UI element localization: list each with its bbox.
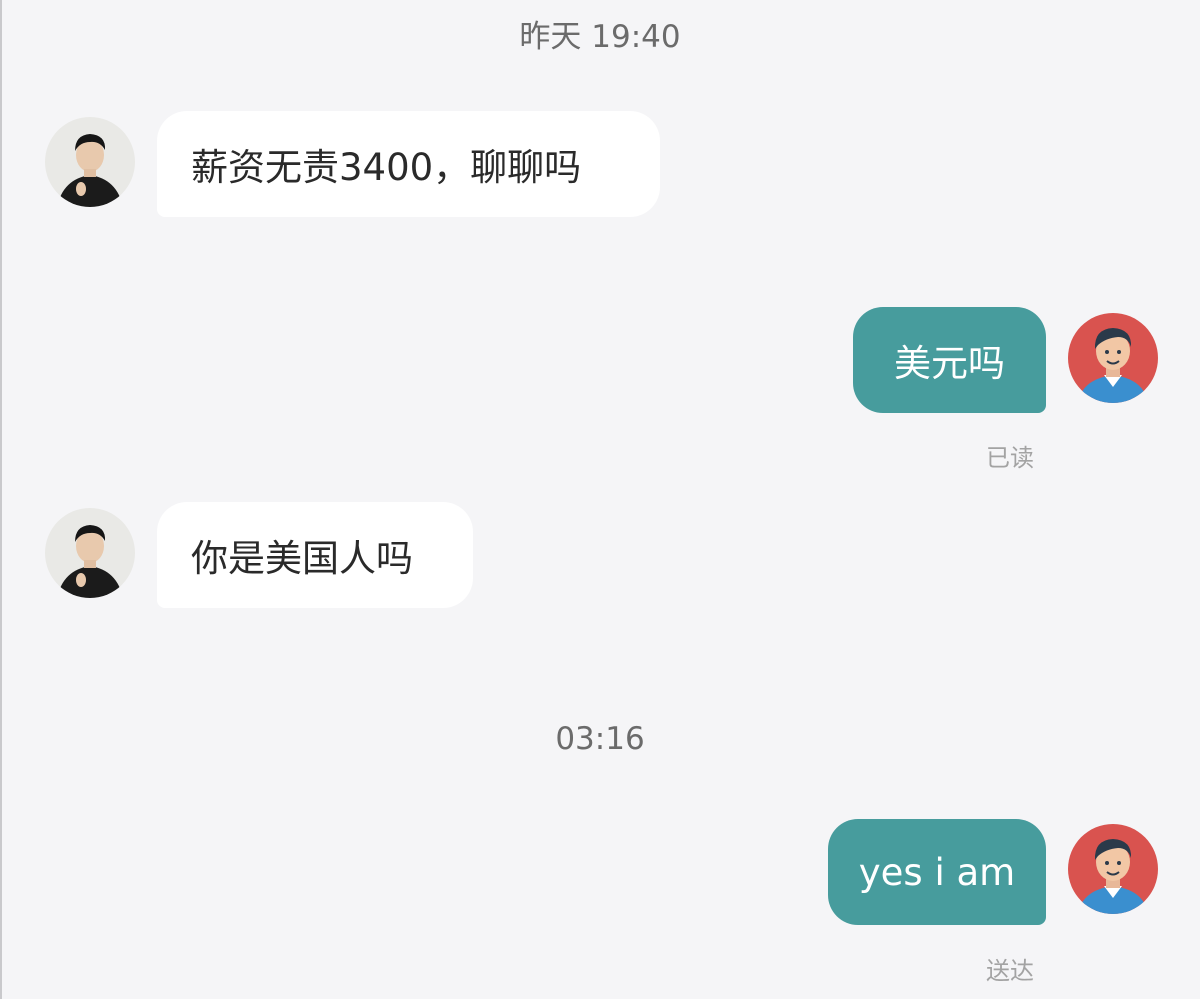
timestamp-divider: 昨天 19:40 bbox=[519, 19, 681, 55]
self-avatar[interactable] bbox=[1068, 313, 1158, 403]
message-bubble-incoming[interactable]: 薪资无责3400，聊聊吗 bbox=[157, 111, 660, 217]
contact-photo-icon bbox=[45, 508, 135, 598]
window-edge bbox=[0, 0, 2, 999]
message-bubble-incoming[interactable]: 你是美国人吗 bbox=[157, 502, 473, 608]
delivered-status: 送达 bbox=[986, 957, 1034, 985]
message-text: 你是美国人吗 bbox=[191, 537, 413, 580]
message-text: 美元吗 bbox=[894, 342, 1005, 385]
cartoon-man-icon bbox=[1068, 824, 1158, 914]
message-bubble-outgoing[interactable]: yes i am bbox=[828, 819, 1046, 925]
contact-avatar[interactable] bbox=[45, 117, 135, 207]
message-text: 薪资无责3400，聊聊吗 bbox=[191, 146, 582, 189]
read-status: 已读 bbox=[986, 444, 1034, 472]
cartoon-man-icon bbox=[1068, 313, 1158, 403]
message-text: yes i am bbox=[858, 850, 1016, 894]
timestamp-divider: 03:16 bbox=[555, 721, 645, 757]
message-bubble-outgoing[interactable]: 美元吗 bbox=[853, 307, 1046, 413]
self-avatar[interactable] bbox=[1068, 824, 1158, 914]
contact-photo-icon bbox=[45, 117, 135, 207]
contact-avatar[interactable] bbox=[45, 508, 135, 598]
